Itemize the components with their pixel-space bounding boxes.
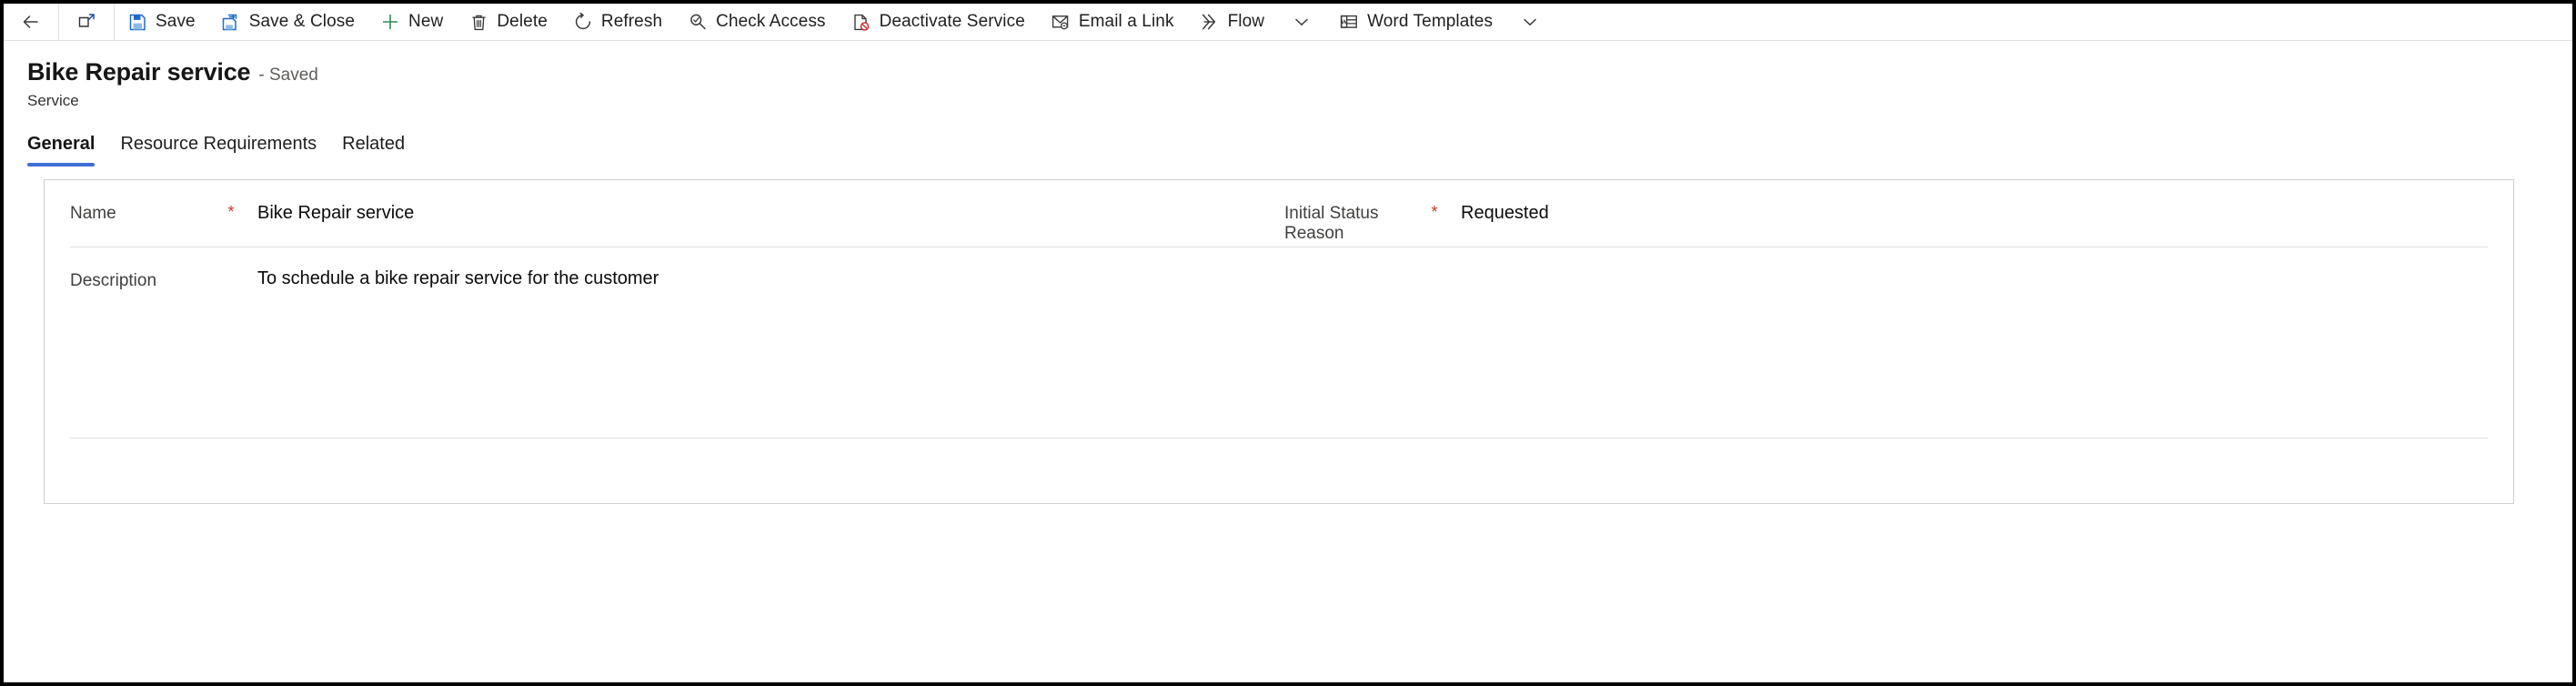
check-access-button[interactable]: Check Access — [675, 4, 839, 40]
new-button[interactable]: New — [367, 4, 456, 40]
form-row-empty — [70, 439, 2488, 502]
flow-button-label: Flow — [1227, 12, 1265, 31]
word-templates-dropdown-chevron[interactable] — [1505, 4, 1555, 40]
field-description-required-indicator — [220, 247, 242, 271]
page-header: Bike Repair service - Saved Service — [4, 41, 2572, 110]
email-a-link-button-label: Email a Link — [1078, 12, 1174, 31]
refresh-icon — [573, 12, 593, 32]
field-name-label: Name — [70, 203, 116, 223]
back-button[interactable] — [4, 4, 58, 40]
flow-dropdown-chevron[interactable] — [1277, 4, 1326, 40]
tab-related-label: Related — [342, 133, 406, 154]
chevron-down-icon — [1292, 12, 1312, 32]
trash-icon — [468, 12, 488, 32]
field-initial-status-reason-value[interactable]: Requested — [1445, 180, 2194, 225]
save-and-close-button[interactable]: Save & Close — [208, 4, 367, 40]
word-template-icon: W — [1339, 12, 1359, 32]
delete-button-label: Delete — [497, 12, 548, 31]
word-templates-button[interactable]: W Word Templates — [1326, 4, 1505, 40]
refresh-button-label: Refresh — [600, 12, 663, 31]
page-title: Bike Repair service — [27, 58, 251, 86]
command-bar: Save Save & Close New Delete Refresh Che… — [4, 4, 2572, 41]
field-initial-status-reason: Initial Status Reason * Requested — [1284, 180, 2194, 244]
save-and-close-button-label: Save & Close — [248, 12, 356, 31]
save-button[interactable]: Save — [115, 4, 208, 40]
refresh-button[interactable]: Refresh — [560, 4, 675, 40]
plus-icon — [380, 12, 400, 32]
tab-resource-requirements-label: Resource Requirements — [120, 133, 317, 154]
tab-related[interactable]: Related — [329, 128, 418, 166]
open-in-new-window-icon — [76, 12, 96, 32]
form-tab-list: General Resource Requirements Related — [4, 128, 2572, 166]
flow-button[interactable]: Flow — [1187, 4, 1278, 40]
field-name-required-indicator: * — [227, 202, 235, 221]
check-access-button-label: Check Access — [716, 12, 826, 31]
field-description: Description To schedule a bike repair se… — [70, 247, 2253, 291]
save-and-close-icon — [221, 12, 241, 32]
new-button-label: New — [408, 12, 444, 31]
open-in-new-window-button[interactable] — [59, 4, 114, 40]
deactivate-icon — [851, 12, 871, 32]
tab-resource-requirements[interactable]: Resource Requirements — [107, 128, 329, 166]
deactivate-service-button-label: Deactivate Service — [879, 12, 1025, 31]
field-name: Name * Bike Repair service — [70, 180, 1284, 225]
form-row-name-status: Name * Bike Repair service Initial Statu… — [70, 180, 2488, 247]
check-access-icon — [688, 12, 708, 32]
general-tab-form-card: Name * Bike Repair service Initial Statu… — [44, 178, 2514, 504]
svg-text:W: W — [1341, 17, 1348, 25]
email-link-icon — [1051, 12, 1071, 32]
flow-icon — [1200, 12, 1220, 32]
tab-general[interactable]: General — [27, 128, 107, 166]
title-row: Bike Repair service - Saved — [27, 58, 2572, 86]
word-templates-button-label: Word Templates — [1367, 12, 1494, 31]
field-initial-status-reason-required-indicator: * — [1431, 202, 1438, 221]
field-initial-status-reason-label: Initial Status Reason — [1284, 203, 1379, 243]
tab-general-label: General — [27, 133, 96, 154]
entity-name-label: Service — [27, 91, 79, 109]
save-button-label: Save — [156, 12, 196, 31]
chevron-down-icon — [1520, 12, 1540, 32]
record-form-window: Save Save & Close New Delete Refresh Che… — [0, 0, 2576, 686]
delete-button[interactable]: Delete — [456, 4, 560, 40]
email-a-link-button[interactable]: Email a Link — [1038, 4, 1187, 40]
field-name-value[interactable]: Bike Repair service — [242, 180, 1284, 225]
back-arrow-icon — [21, 12, 41, 32]
field-description-label: Description — [70, 270, 157, 290]
form-row-description: Description To schedule a bike repair se… — [70, 247, 2488, 439]
save-icon — [127, 12, 147, 32]
save-status-text: - Saved — [258, 66, 318, 85]
deactivate-service-button[interactable]: Deactivate Service — [839, 4, 1038, 40]
field-description-value[interactable]: To schedule a bike repair service for th… — [242, 247, 2253, 290]
